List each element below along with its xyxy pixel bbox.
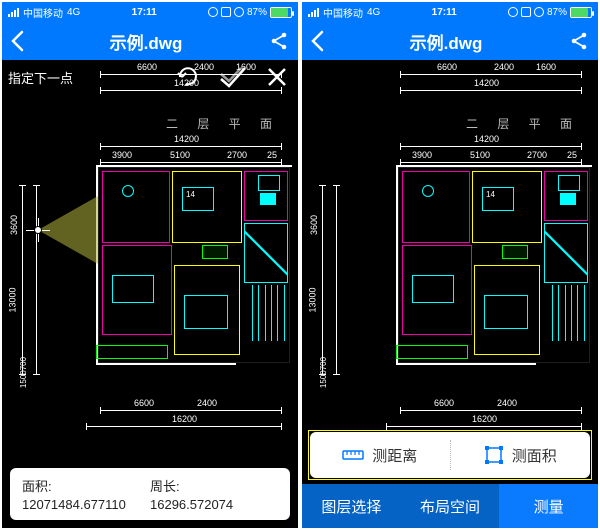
close-button[interactable] — [262, 62, 292, 92]
status-bar: 中国移动 4G 17:11 87% — [2, 2, 298, 22]
share-button[interactable] — [568, 30, 590, 52]
area-value: 12071484.677110 — [22, 497, 150, 512]
measurement-readout: 面积: 12071484.677110 周长: 16296.572074 — [10, 468, 290, 520]
command-prompt: 指定下一点 — [8, 68, 73, 87]
battery-icon — [570, 7, 592, 18]
dim-left-c: 1500700 — [319, 357, 328, 388]
location-icon — [234, 7, 244, 17]
tab-measure[interactable]: 测量 — [499, 484, 598, 528]
perimeter-value: 16296.572074 — [150, 497, 278, 512]
draw-toolbar: 指定下一点 — [2, 62, 298, 92]
nav-title: 示例.dwg — [410, 29, 483, 54]
dim-bot-b: 2400 — [197, 398, 217, 408]
tab-layers[interactable]: 图层选择 — [302, 484, 401, 528]
dim-left-c: 1500700 — [19, 357, 28, 388]
phone-right: 中国移动 4G 17:11 87% 示例.dwg 6600 — [300, 0, 600, 530]
status-bar: 中国移动 4G 17:11 87% — [302, 2, 598, 22]
battery-pct: 87% — [247, 7, 267, 18]
tab-layout[interactable]: 布局空间 — [401, 484, 500, 528]
dim-top-outer: 14200 — [474, 78, 499, 88]
measure-area-button[interactable]: 测面积 — [451, 432, 591, 478]
floor-plan: 14 — [72, 145, 292, 405]
back-button[interactable] — [10, 30, 24, 52]
floor-plan: 14 — [372, 145, 592, 405]
dim-row2-outer: 14200 — [174, 134, 199, 144]
bottom-tabs: 图层选择 布局空间 测量 — [302, 484, 598, 528]
dim-left-b: 13000 — [8, 287, 18, 312]
carrier: 中国移动 — [323, 5, 363, 20]
ruler-icon — [342, 446, 364, 464]
battery-pct: 87% — [547, 7, 567, 18]
nav-bar: 示例.dwg — [2, 22, 298, 60]
battery-icon — [270, 7, 292, 18]
dim-bot-b: 2400 — [497, 398, 517, 408]
measure-cursor[interactable] — [38, 190, 118, 270]
drawing-canvas[interactable]: 指定下一点 6600 2400 1600 14200 二 层 平 面 — [2, 60, 298, 528]
dim-top-b: 2400 — [494, 62, 514, 72]
dim-top-c: 1600 — [536, 62, 556, 72]
floor-label: 二 层 平 面 — [466, 115, 580, 132]
dim-bot-a: 6600 — [134, 398, 154, 408]
nav-bar: 示例.dwg — [302, 22, 598, 60]
confirm-button[interactable] — [218, 62, 248, 92]
area-label: 面积: — [22, 476, 150, 495]
alarm-icon — [208, 7, 218, 17]
back-button[interactable] — [310, 30, 324, 52]
dim-top-a: 6600 — [437, 62, 457, 72]
dim-bot-a: 6600 — [434, 398, 454, 408]
dim-bot-outer: 16200 — [172, 414, 197, 424]
dim-left-a: 3600 — [309, 215, 319, 235]
dim-bot-outer: 16200 — [472, 414, 497, 424]
carrier: 中国移动 — [23, 5, 63, 20]
rotation-lock-icon — [521, 7, 531, 17]
perimeter-label: 周长: — [150, 476, 278, 495]
share-button[interactable] — [268, 30, 290, 52]
phone-left: 中国移动 4G 17:11 87% 示例.dwg 指定下一点 — [0, 0, 300, 530]
signal-icon — [308, 8, 319, 17]
measure-distance-button[interactable]: 测距离 — [310, 432, 450, 478]
signal-icon — [8, 8, 19, 17]
location-icon — [534, 7, 544, 17]
dim-row2-outer: 14200 — [474, 134, 499, 144]
alarm-icon — [508, 7, 518, 17]
network: 4G — [67, 7, 80, 18]
rotation-lock-icon — [221, 7, 231, 17]
undo-button[interactable] — [174, 62, 204, 92]
dim-left-a: 3600 — [9, 215, 19, 235]
area-icon — [484, 445, 504, 465]
drawing-canvas[interactable]: 6600 2400 1600 14200 二 层 平 面 14200 3900 … — [302, 60, 598, 528]
dim-left-b: 13000 — [308, 287, 318, 312]
clock: 17:11 — [380, 7, 508, 18]
clock: 17:11 — [80, 7, 208, 18]
floor-label: 二 层 平 面 — [166, 115, 280, 132]
measure-popup: 测距离 测面积 — [310, 432, 590, 478]
nav-title: 示例.dwg — [110, 29, 183, 54]
network: 4G — [367, 7, 380, 18]
